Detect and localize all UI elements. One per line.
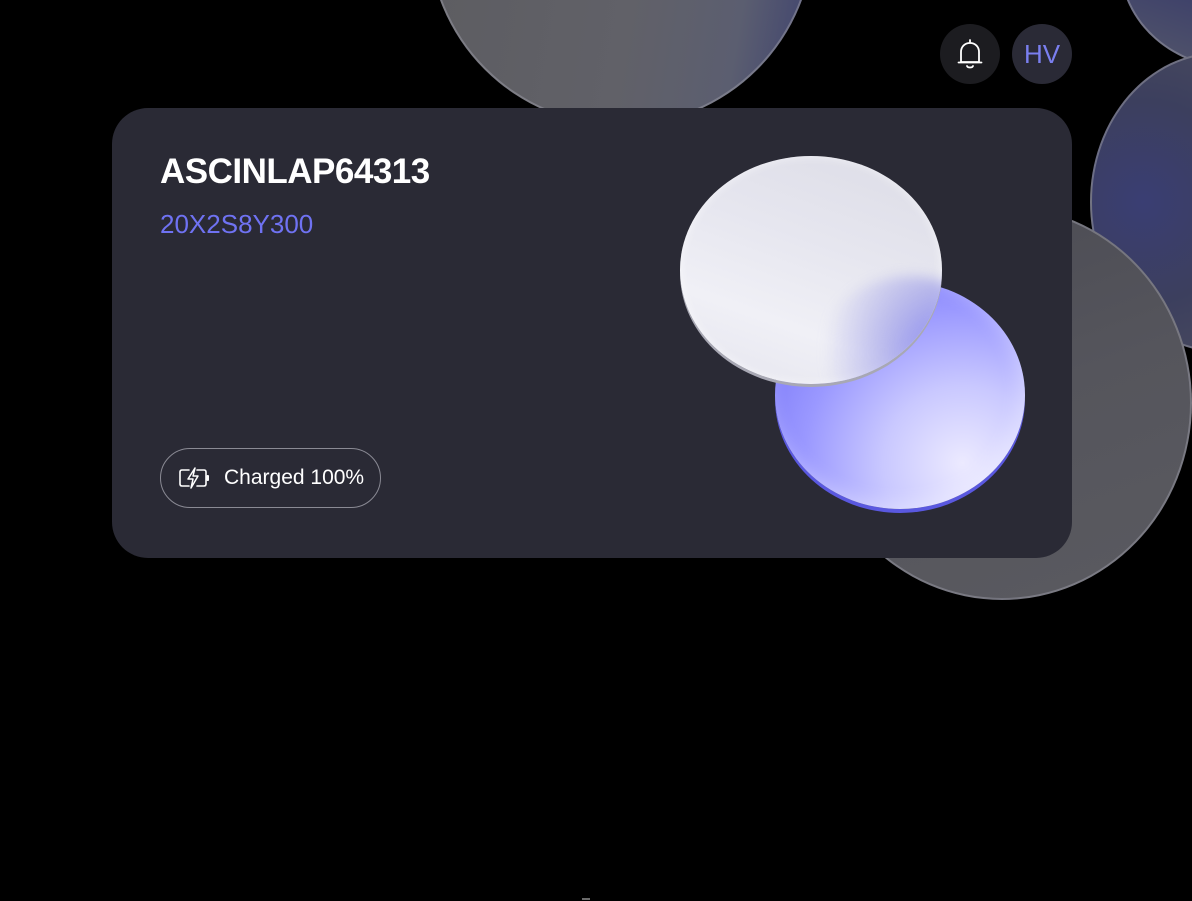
notifications-button[interactable] [940,24,1000,84]
avatar-initials: HV [1023,38,1061,69]
device-illustration [672,148,1032,528]
lens-illustration [680,156,942,384]
charge-status-label: Charged 100% [224,466,365,489]
device-name: ASCINLAP64313 [160,152,430,191]
divider [582,898,590,900]
device-serial: 20X2S8Y300 [160,209,314,239]
page: HV ASCINLAP64313 20X2S8Y300 Charged 100% [0,0,1192,901]
avatar[interactable]: HV [1012,24,1072,84]
charge-status-badge: Charged 100% [160,448,382,508]
bell-icon [957,39,983,69]
battery-charging-icon [178,467,210,489]
device-card[interactable]: ASCINLAP64313 20X2S8Y300 Charged 100% [112,108,1072,558]
